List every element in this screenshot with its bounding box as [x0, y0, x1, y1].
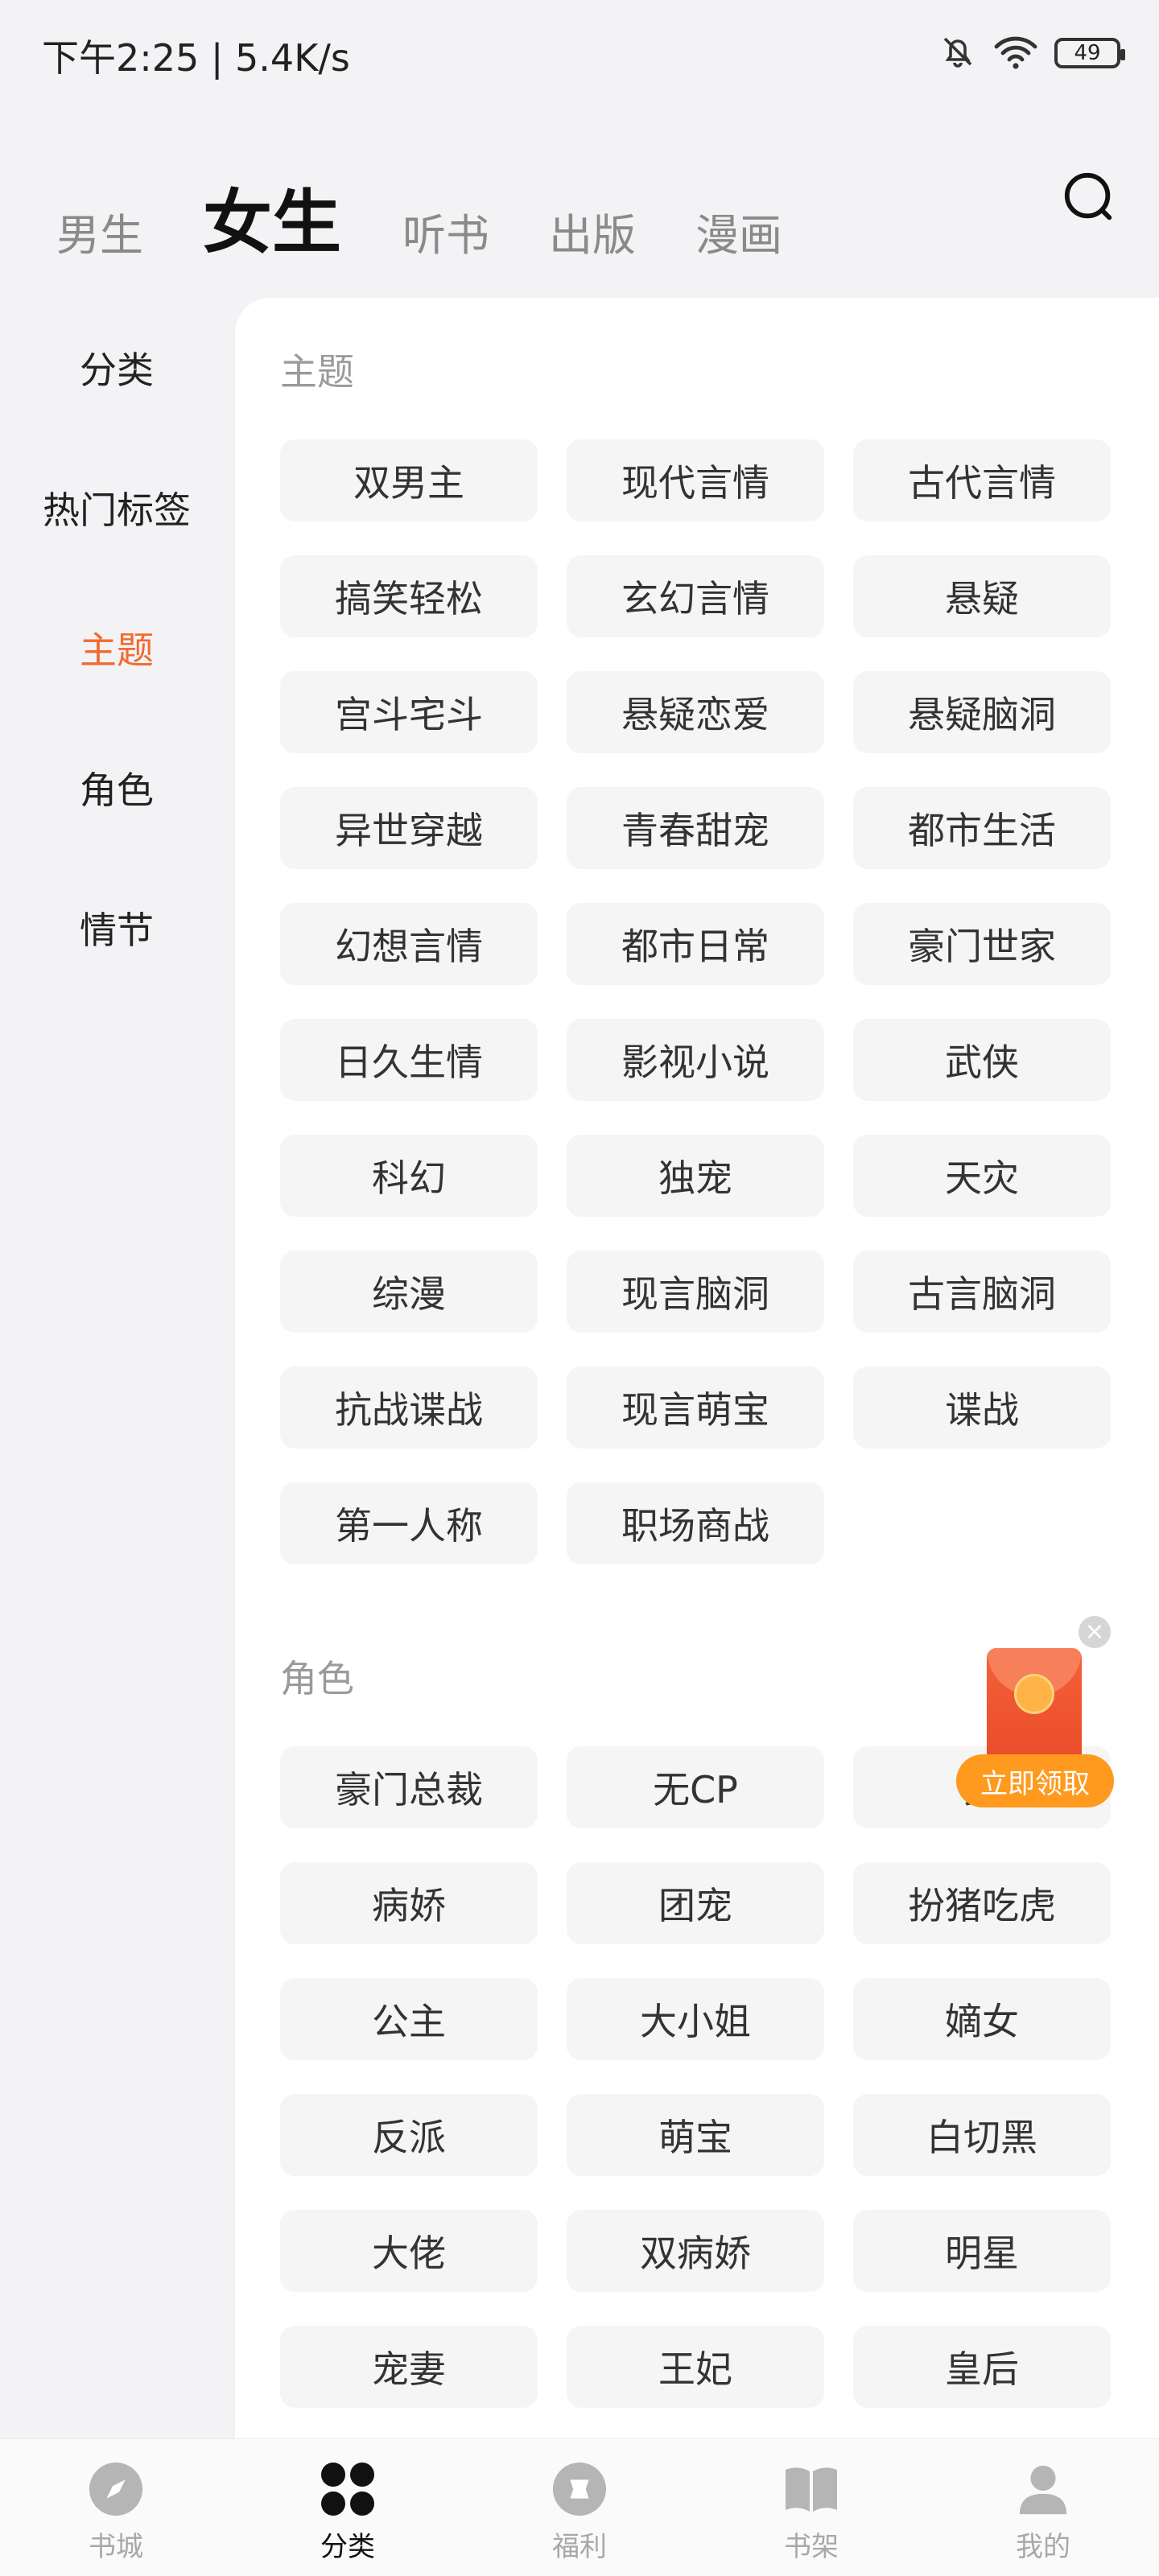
nav-category[interactable]: 分类 — [232, 2439, 464, 2576]
tab-publish[interactable]: 出版 — [549, 214, 636, 258]
red-packet-promo[interactable]: × 立即领取 — [956, 1609, 1117, 1819]
category-sidebar: 分类 热门标签 主题 角色 情节 — [0, 298, 233, 998]
tag-chip[interactable]: 日久生情 — [280, 1019, 538, 1101]
claim-now-button[interactable]: 立即领取 — [956, 1754, 1114, 1807]
tab-audiobook[interactable]: 听书 — [402, 214, 489, 258]
tag-chip[interactable]: 公主 — [280, 1978, 538, 2060]
role-tag-grid: 豪门总裁 无CP 女 病娇 团宠 扮猪吃虎 公主 大小姐 嫡女 反派 萌宝 白切… — [280, 1746, 1114, 2408]
sidebar-item-plot[interactable]: 情节 — [0, 858, 233, 998]
tag-chip[interactable]: 古代言情 — [853, 439, 1111, 521]
search-icon — [1061, 172, 1117, 229]
tag-chip[interactable]: 幻想言情 — [280, 903, 538, 985]
tag-chip[interactable]: 悬疑 — [853, 555, 1111, 637]
section-title-theme: 主题 — [280, 350, 354, 394]
bottom-nav: 书城 分类 福利 书架 我的 — [0, 2438, 1159, 2576]
tag-chip[interactable]: 团宠 — [567, 1862, 824, 1944]
tag-chip[interactable]: 反派 — [280, 2094, 538, 2176]
tag-chip[interactable]: 王妃 — [567, 2326, 824, 2408]
nav-bookshelf[interactable]: 书架 — [695, 2439, 927, 2576]
tag-chip[interactable]: 悬疑恋爱 — [567, 671, 824, 753]
close-icon: × — [1084, 1618, 1105, 1646]
tab-comic[interactable]: 漫画 — [695, 214, 782, 258]
bookshelf-icon — [782, 2460, 840, 2518]
nav-mine[interactable]: 我的 — [927, 2439, 1159, 2576]
status-icons: 49 — [938, 27, 1125, 79]
nav-label: 我的 — [1016, 2531, 1070, 2563]
tag-chip[interactable]: 武侠 — [853, 1019, 1111, 1101]
tab-male[interactable]: 男生 — [56, 214, 143, 258]
tag-chip[interactable]: 双病娇 — [567, 2210, 824, 2292]
tag-chip[interactable]: 大佬 — [280, 2210, 538, 2292]
tag-chip[interactable]: 悬疑脑洞 — [853, 671, 1111, 753]
nav-label: 书城 — [89, 2531, 143, 2563]
tag-chip[interactable]: 都市日常 — [567, 903, 824, 985]
status-time-speed: 下午2:25 | 5.4K/s — [42, 36, 350, 80]
tag-chip[interactable]: 明星 — [853, 2210, 1111, 2292]
tag-chip[interactable]: 豪门总裁 — [280, 1746, 538, 1828]
section-title-role: 角色 — [280, 1657, 354, 1700]
tag-chip[interactable]: 现言脑洞 — [567, 1251, 824, 1333]
nav-label: 福利 — [552, 2531, 607, 2563]
tag-chip[interactable]: 综漫 — [280, 1251, 538, 1333]
search-button[interactable] — [1061, 169, 1117, 225]
tag-chip[interactable]: 宫斗宅斗 — [280, 671, 538, 753]
mute-bell-icon — [938, 32, 977, 74]
tag-chip[interactable]: 嫡女 — [853, 1978, 1111, 2060]
tag-chip[interactable]: 异世穿越 — [280, 787, 538, 869]
tag-chip[interactable]: 大小姐 — [567, 1978, 824, 2060]
channel-tabs: 男生 女生 听书 出版 漫画 — [56, 161, 842, 258]
tag-chip[interactable]: 双男主 — [280, 439, 538, 521]
tag-chip[interactable]: 第一人称 — [280, 1482, 538, 1564]
profile-icon — [1014, 2460, 1072, 2518]
tag-chip[interactable]: 皇后 — [853, 2326, 1111, 2408]
category-grid-icon — [319, 2460, 377, 2518]
coin-icon — [1014, 1674, 1054, 1714]
wifi-icon — [993, 32, 1038, 74]
tag-chip[interactable]: 青春甜宠 — [567, 787, 824, 869]
tag-chip[interactable]: 萌宝 — [567, 2094, 824, 2176]
red-packet-icon[interactable] — [987, 1648, 1082, 1769]
tag-chip[interactable]: 扮猪吃虎 — [853, 1862, 1111, 1944]
nav-bookstore[interactable]: 书城 — [0, 2439, 232, 2576]
tag-chip[interactable]: 天灾 — [853, 1135, 1111, 1217]
tag-chip[interactable]: 现代言情 — [567, 439, 824, 521]
tag-chip[interactable]: 影视小说 — [567, 1019, 824, 1101]
tag-chip[interactable]: 宠妻 — [280, 2326, 538, 2408]
close-promo-button[interactable]: × — [1079, 1616, 1111, 1648]
nav-label: 分类 — [320, 2531, 375, 2563]
theme-tag-grid: 双男主 现代言情 古代言情 搞笑轻松 玄幻言情 悬疑 宫斗宅斗 悬疑恋爱 悬疑脑… — [280, 439, 1114, 1564]
tag-chip[interactable]: 职场商战 — [567, 1482, 824, 1564]
tag-chip[interactable]: 玄幻言情 — [567, 555, 824, 637]
tag-chip[interactable]: 都市生活 — [853, 787, 1111, 869]
tag-chip[interactable]: 无CP — [567, 1746, 824, 1828]
gift-coin-icon — [551, 2460, 608, 2518]
tag-chip[interactable]: 科幻 — [280, 1135, 538, 1217]
nav-welfare[interactable]: 福利 — [464, 2439, 695, 2576]
tag-chip[interactable]: 抗战谍战 — [280, 1366, 538, 1449]
sidebar-item-theme[interactable]: 主题 — [0, 578, 233, 718]
compass-icon — [87, 2460, 145, 2518]
nav-label: 书架 — [784, 2531, 839, 2563]
sidebar-item-category[interactable]: 分类 — [0, 298, 233, 438]
tag-chip[interactable]: 豪门世家 — [853, 903, 1111, 985]
tag-chip[interactable]: 搞笑轻松 — [280, 555, 538, 637]
tag-panel: 主题 双男主 现代言情 古代言情 搞笑轻松 玄幻言情 悬疑 宫斗宅斗 悬疑恋爱 … — [235, 298, 1159, 2438]
tag-chip[interactable]: 独宠 — [567, 1135, 824, 1217]
tag-chip[interactable]: 现言萌宝 — [567, 1366, 824, 1449]
tab-female[interactable]: 女生 — [203, 188, 341, 258]
battery-icon: 49 — [1054, 38, 1125, 68]
status-bar: 下午2:25 | 5.4K/s 49 — [0, 0, 1159, 105]
sidebar-item-role[interactable]: 角色 — [0, 718, 233, 858]
tag-chip[interactable]: 谍战 — [853, 1366, 1111, 1449]
tag-chip[interactable]: 白切黑 — [853, 2094, 1111, 2176]
battery-level: 49 — [1074, 41, 1101, 65]
tag-chip[interactable]: 古言脑洞 — [853, 1251, 1111, 1333]
tag-chip[interactable]: 病娇 — [280, 1862, 538, 1944]
sidebar-item-hot-tags[interactable]: 热门标签 — [0, 438, 233, 578]
